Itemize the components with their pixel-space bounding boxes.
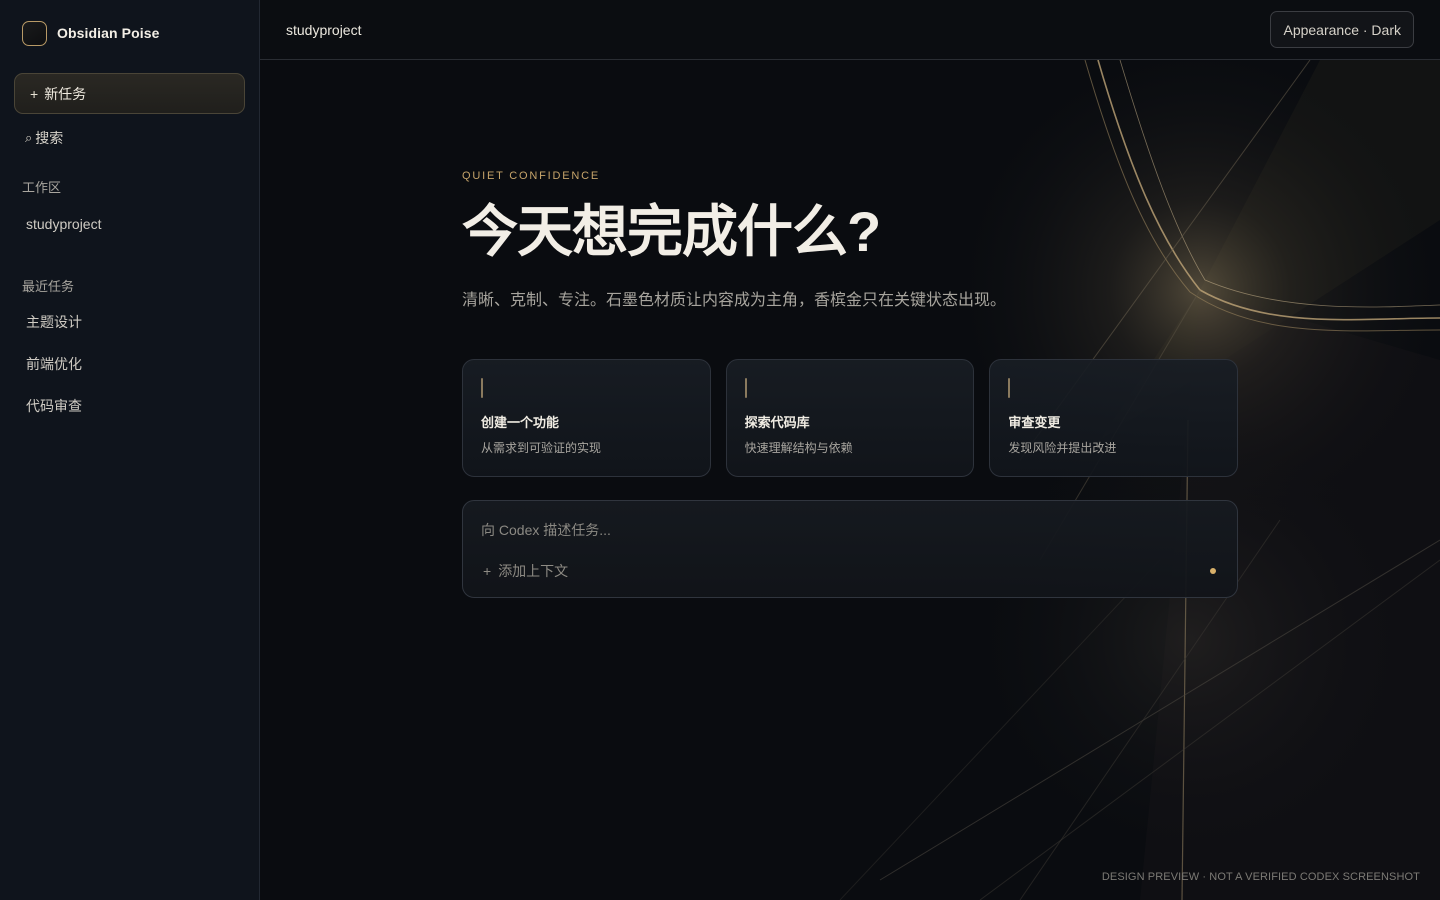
card-title: 探索代码库	[744, 415, 810, 430]
search-label: 搜索	[35, 130, 64, 146]
add-context-label: 添加上下文	[498, 563, 569, 579]
top-bar: studyproject Appearance · Dark	[260, 0, 1440, 60]
app-window: Obsidian Poise + 新任务 ⌕ 搜索 工作区 studyproje…	[0, 0, 1440, 900]
add-context-button[interactable]: + 添加上下文	[483, 561, 568, 581]
card-accent-bar	[1008, 378, 1011, 398]
hero-headline: 今天想完成什么?	[462, 200, 881, 263]
workspace-section-label: 工作区	[22, 180, 62, 195]
card-title: 审查变更	[1008, 415, 1061, 430]
new-task-button[interactable]: + 新任务	[14, 73, 245, 114]
hero-content: QUIET CONFIDENCE 今天想完成什么? 清晰、克制、专注。石墨色材质…	[462, 170, 1239, 598]
footer-note: DESIGN PREVIEW · NOT A VERIFIED CODEX SC…	[1101, 871, 1420, 883]
suggestion-card-explore-codebase[interactable]: 探索代码库 快速理解结构与依赖	[725, 359, 975, 477]
card-description: 快速理解结构与依赖	[744, 441, 853, 455]
sidebar-item-frontend-optimization[interactable]: 前端优化	[14, 353, 245, 375]
card-accent-bar	[481, 378, 483, 398]
brand-name: Obsidian Poise	[57, 25, 160, 41]
recent-task-list: 主题设计 前端优化 代码审查	[14, 311, 245, 417]
card-title: 创建一个功能	[481, 415, 560, 430]
sidebar: Obsidian Poise + 新任务 ⌕ 搜索 工作区 studyproje…	[0, 0, 260, 900]
new-task-label: 新任务	[44, 85, 87, 102]
task-input[interactable]	[481, 519, 1181, 541]
appearance-toggle-button[interactable]: Appearance · Dark	[1270, 11, 1414, 48]
card-accent-bar	[744, 378, 747, 398]
sidebar-item-code-review[interactable]: 代码审查	[14, 395, 245, 417]
card-description: 发现风险并提出改进	[1008, 441, 1117, 455]
main-area: studyproject Appearance · Dark QUIET CON…	[260, 0, 1440, 900]
suggestion-card-review-changes[interactable]: 审查变更 发现风险并提出改进	[989, 359, 1239, 477]
hero-eyebrow: QUIET CONFIDENCE	[462, 170, 600, 182]
sidebar-item-theme-design[interactable]: 主题设计	[14, 311, 245, 333]
project-title: studyproject	[286, 21, 362, 38]
brand-logo-icon	[22, 20, 47, 46]
send-status-dot-icon[interactable]	[1210, 568, 1216, 574]
card-description: 从需求到可验证的实现	[481, 441, 602, 455]
suggestion-cards: 创建一个功能 从需求到可验证的实现 探索代码库 快速理解结构与依赖 审查变更 发…	[462, 359, 1239, 477]
suggestion-card-create-feature[interactable]: 创建一个功能 从需求到可验证的实现	[462, 359, 711, 477]
recent-section-label: 最近任务	[22, 279, 75, 294]
brand: Obsidian Poise	[14, 18, 245, 48]
sidebar-item-studyproject[interactable]: studyproject	[14, 213, 245, 235]
hero-subtitle: 清晰、克制、专注。石墨色材质让内容成为主角，香槟金只在关键状态出现。	[462, 292, 1007, 309]
task-composer: + 添加上下文	[462, 500, 1238, 598]
plus-icon: +	[30, 85, 39, 102]
search-button[interactable]: ⌕ 搜索	[14, 128, 245, 148]
plus-icon: +	[483, 563, 492, 579]
search-icon: ⌕	[25, 130, 33, 145]
